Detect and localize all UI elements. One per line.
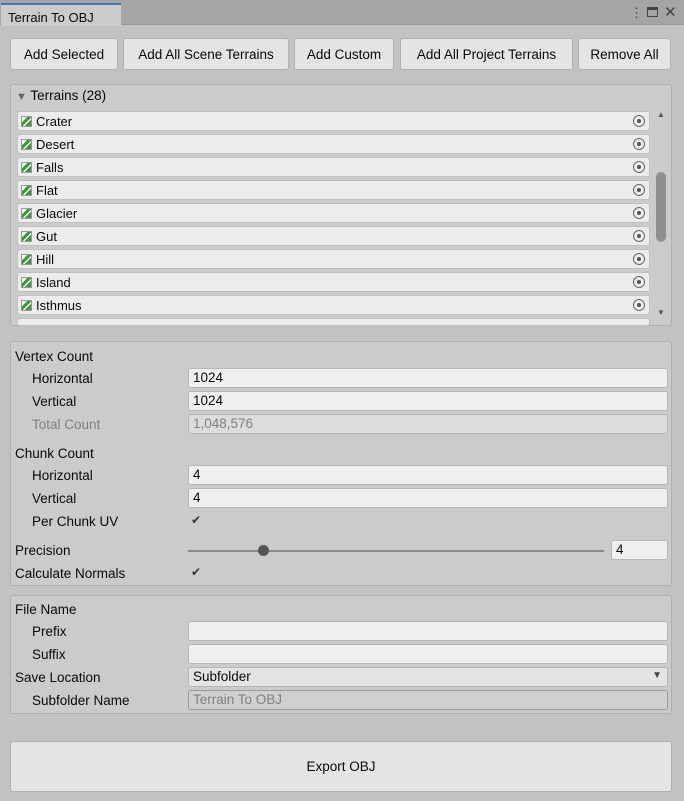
terrain-name: Falls: [36, 159, 64, 175]
save-location-dropdown[interactable]: Subfolder ▼: [188, 667, 668, 687]
list-item-partial[interactable]: [17, 318, 650, 326]
list-item[interactable]: Flat: [17, 180, 650, 200]
list-item[interactable]: Falls: [17, 157, 650, 177]
precision-label: Precision: [15, 543, 71, 558]
precision-slider[interactable]: [188, 550, 604, 552]
suffix-input[interactable]: [188, 644, 668, 664]
save-location-value: Subfolder: [193, 669, 251, 684]
list-item[interactable]: Desert: [17, 134, 650, 154]
tab-terrain-to-obj[interactable]: Terrain To OBJ: [1, 3, 121, 26]
terrains-header: Terrains (28): [30, 88, 107, 103]
add-all-scene-terrains-button[interactable]: Add All Scene Terrains: [123, 38, 289, 70]
terrain-icon: [21, 253, 32, 265]
chunk-vertical-label: Vertical: [32, 491, 77, 506]
vertex-count-heading: Vertex Count: [15, 349, 94, 364]
object-picker-icon[interactable]: [633, 299, 645, 311]
chunk-horizontal-input[interactable]: 4: [188, 465, 668, 485]
terrain-name: Desert: [36, 136, 75, 152]
list-item[interactable]: Crater: [17, 111, 650, 131]
add-selected-button[interactable]: Add Selected: [10, 38, 118, 70]
terrain-name: Isthmus: [36, 297, 82, 313]
close-icon[interactable]: ✕: [664, 3, 677, 21]
vertex-vertical-label: Vertical: [32, 394, 77, 409]
prefix-label: Prefix: [32, 624, 67, 639]
per-chunk-uv-label: Per Chunk UV: [32, 514, 119, 529]
terrain-icon: [21, 299, 32, 311]
prefix-input[interactable]: [188, 621, 668, 641]
terrain-icon: [21, 161, 32, 173]
terrain-icon: [21, 207, 32, 219]
list-item[interactable]: Isthmus: [17, 295, 650, 315]
vertex-vertical-input[interactable]: 1024: [188, 391, 668, 411]
precision-input[interactable]: 4: [611, 540, 668, 560]
terrains-foldout[interactable]: ▼ Terrains (28): [16, 88, 106, 103]
list-item[interactable]: Glacier: [17, 203, 650, 223]
object-picker-icon[interactable]: [633, 276, 645, 288]
object-picker-icon[interactable]: [633, 138, 645, 150]
more-options-icon[interactable]: ⋮: [630, 5, 643, 21]
terrain-name: Island: [36, 274, 71, 290]
subfolder-name-label: Subfolder Name: [32, 693, 130, 708]
total-count-value: 1,048,576: [188, 414, 668, 434]
terrain-icon: [21, 276, 32, 288]
terrain-icon: [21, 138, 32, 150]
total-count-label: Total Count: [32, 417, 101, 432]
vertex-horizontal-label: Horizontal: [32, 371, 93, 386]
terrain-name: Crater: [36, 113, 73, 129]
file-name-heading: File Name: [15, 602, 77, 617]
vertex-horizontal-input[interactable]: 1024: [188, 368, 668, 388]
export-obj-button[interactable]: Export OBJ: [10, 741, 672, 792]
calculate-normals-label: Calculate Normals: [15, 566, 126, 581]
list-item[interactable]: Gut: [17, 226, 650, 246]
object-picker-icon[interactable]: [633, 230, 645, 242]
terrain-name: Glacier: [36, 205, 78, 221]
chunk-count-heading: Chunk Count: [15, 446, 94, 461]
object-picker-icon[interactable]: [633, 207, 645, 219]
remove-all-button[interactable]: Remove All: [578, 38, 671, 70]
add-all-project-terrains-button[interactable]: Add All Project Terrains: [400, 38, 573, 70]
add-custom-button[interactable]: Add Custom: [294, 38, 394, 70]
terrain-name: Flat: [36, 182, 58, 198]
suffix-label: Suffix: [32, 647, 66, 662]
chunk-horizontal-label: Horizontal: [32, 468, 93, 483]
chunk-vertical-input[interactable]: 4: [188, 488, 668, 508]
list-item[interactable]: Island: [17, 272, 650, 292]
list-item[interactable]: Hill: [17, 249, 650, 269]
scrollbar-thumb[interactable]: [656, 172, 666, 242]
save-location-label: Save Location: [15, 670, 101, 685]
scroll-down-icon[interactable]: ▼: [657, 308, 665, 317]
terrain-icon: [21, 115, 32, 127]
scroll-up-icon[interactable]: ▲: [657, 110, 665, 119]
chevron-down-icon: ▼: [652, 670, 662, 681]
subfolder-name-input[interactable]: Terrain To OBJ: [188, 690, 668, 710]
maximize-icon[interactable]: [647, 7, 658, 17]
object-picker-icon[interactable]: [633, 184, 645, 196]
calculate-normals-checkbox[interactable]: ✔: [189, 566, 203, 580]
terrain-icon: [21, 230, 32, 242]
terrain-name: Hill: [36, 251, 55, 267]
precision-slider-thumb[interactable]: [257, 545, 269, 556]
per-chunk-uv-checkbox[interactable]: ✔: [189, 514, 203, 528]
list-scrollbar[interactable]: ▲ ▼: [654, 110, 668, 322]
object-picker-icon[interactable]: [633, 115, 645, 127]
terrain-name: Gut: [36, 228, 57, 244]
object-picker-icon[interactable]: [633, 161, 645, 173]
terrain-icon: [21, 184, 32, 196]
object-picker-icon[interactable]: [633, 253, 645, 265]
foldout-arrow-icon: ▼: [16, 91, 27, 103]
